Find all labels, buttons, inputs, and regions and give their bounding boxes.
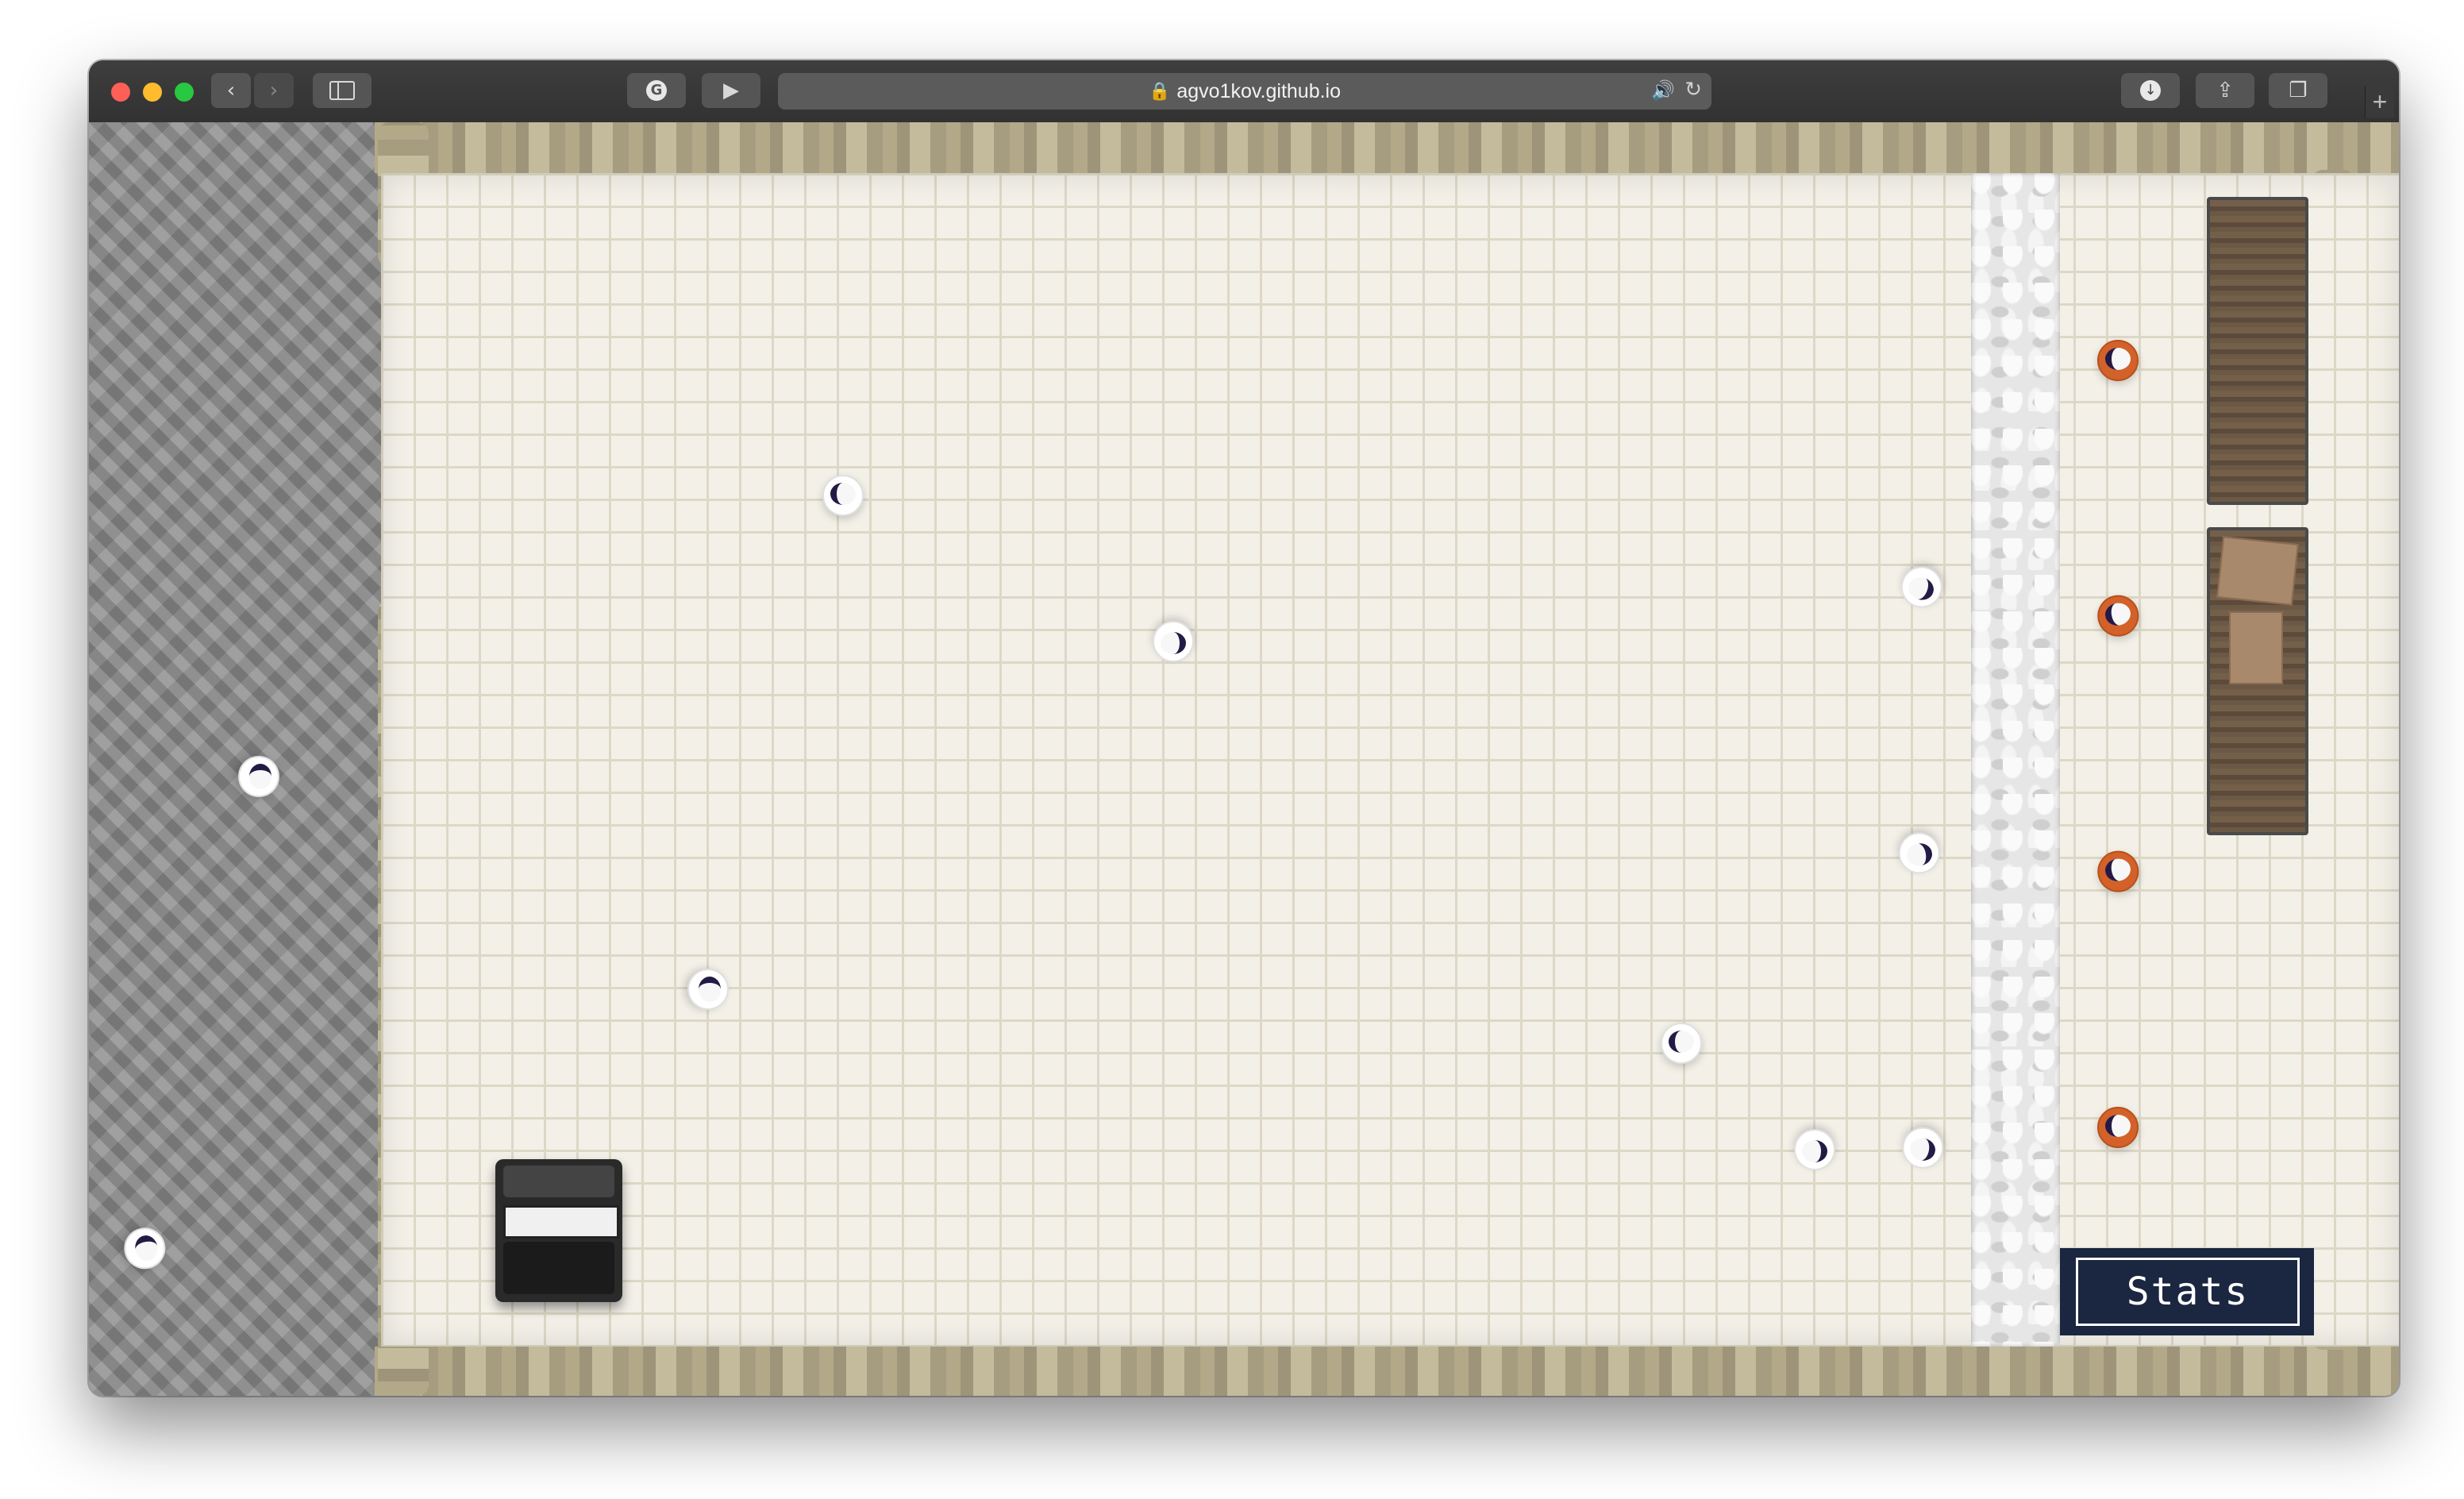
browser-window: ‹ › G ▶ 🔒 agvo1kov.github.io 🔊 ↻ ↓ ⇪ ❐ + [89, 60, 2399, 1396]
minimize-window-button[interactable] [143, 83, 162, 102]
grammarly-icon: G [646, 80, 667, 101]
sidebar-icon [329, 81, 355, 100]
sidebar-button[interactable] [313, 73, 372, 108]
customer [1654, 1016, 1705, 1067]
chevron-right-icon: › [269, 79, 279, 102]
share-button[interactable]: ⇪ [2196, 73, 2254, 108]
customer [1892, 825, 1950, 884]
forward-button[interactable]: › [254, 73, 294, 108]
reload-icon[interactable]: ↻ [1684, 78, 1702, 102]
customer [1791, 1126, 1842, 1177]
new-tab-button[interactable]: + [2365, 86, 2394, 118]
lock-icon: 🔒 [1148, 81, 1171, 102]
title-bar: ‹ › G ▶ 🔒 agvo1kov.github.io 🔊 ↻ ↓ ⇪ ❐ + [89, 60, 2399, 124]
chevron-left-icon: ‹ [226, 79, 236, 102]
reader-button[interactable]: ▶ [702, 73, 760, 108]
bottom-wall [375, 1347, 2399, 1396]
top-wall [375, 122, 2399, 173]
stats-panel: Stats [2060, 1248, 2314, 1335]
game-canvas[interactable]: Stats [89, 122, 2399, 1396]
speaker-icon[interactable]: 🔊 [1651, 79, 1675, 102]
cardboard-box [2229, 611, 2283, 684]
zoom-window-button[interactable] [175, 83, 194, 102]
url-text: agvo1kov.github.io [1176, 79, 1342, 102]
staff-member [2091, 333, 2142, 384]
customer [816, 468, 867, 519]
customer [117, 1217, 175, 1276]
customer [235, 750, 286, 800]
customer [684, 962, 735, 1013]
shelf-upper [2207, 197, 2308, 505]
customer [1149, 618, 1200, 669]
tabs-button[interactable]: ❐ [2269, 73, 2327, 108]
address-bar[interactable]: 🔒 agvo1kov.github.io 🔊 ↻ [778, 73, 1711, 110]
play-icon: ▶ [723, 79, 739, 102]
staff-member [2087, 841, 2146, 900]
staff-member [2091, 1100, 2142, 1151]
download-icon: ↓ [2140, 80, 2161, 101]
share-icon: ⇪ [2216, 79, 2234, 102]
close-window-button[interactable] [111, 83, 130, 102]
customer [1895, 1120, 1954, 1179]
back-button[interactable]: ‹ [211, 73, 251, 108]
extension-button[interactable]: G [627, 73, 686, 108]
stats-button[interactable]: Stats [2076, 1258, 2300, 1326]
tabs-icon: ❐ [2289, 79, 2308, 102]
download-button[interactable]: ↓ [2121, 73, 2180, 108]
marble-counter [1971, 173, 2060, 1347]
printer[interactable] [495, 1159, 622, 1302]
staff-member [2087, 585, 2146, 644]
cardboard-box [2216, 536, 2299, 606]
